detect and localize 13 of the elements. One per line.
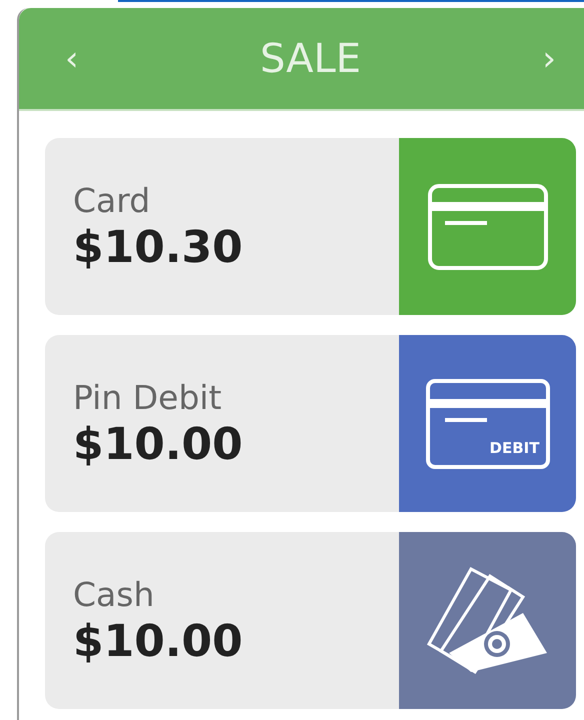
tender-button[interactable]: Card $10.30: [45, 138, 576, 315]
credit-card-icon: [428, 184, 548, 270]
tender-label: Cash: [73, 574, 156, 614]
screen-title: SALE: [260, 36, 362, 82]
tender-button[interactable]: Cash $10.00: [45, 532, 576, 709]
tender-label: Card: [73, 180, 152, 220]
tender-amount: $10.30: [73, 222, 244, 272]
tender-label: Pin Debit: [73, 378, 223, 416]
tender-amount: $10.00: [73, 616, 244, 666]
tender-button[interactable]: Pin Debit $10.00 DEBIT: [45, 335, 576, 512]
tender-amount: $10.00: [73, 418, 244, 470]
debit-card-icon: DEBIT: [426, 378, 550, 468]
banknotes-icon: [426, 566, 548, 674]
